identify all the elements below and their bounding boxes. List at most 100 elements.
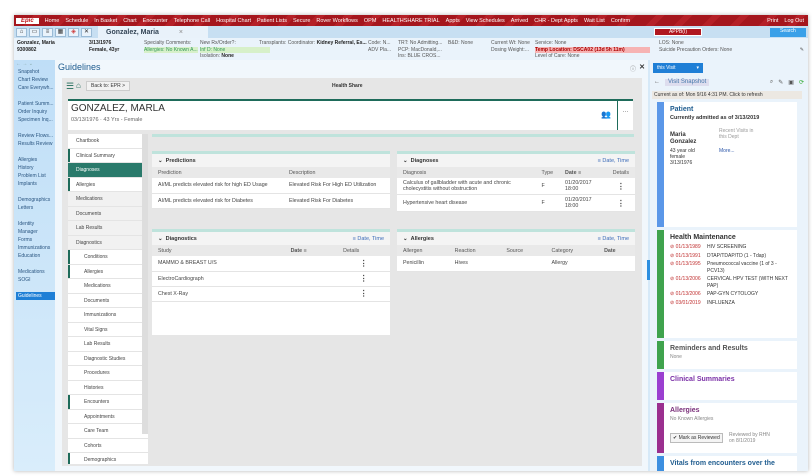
toolbar-item[interactable]: Home xyxy=(45,18,60,24)
tree-item[interactable]: Appointments xyxy=(68,410,148,424)
tree-item[interactable]: Diagnostics xyxy=(68,235,148,250)
sidebar-item[interactable]: Forms xyxy=(16,236,55,244)
details-icon[interactable]: ⋮ xyxy=(337,256,390,272)
target-icon[interactable]: ◈ xyxy=(68,27,79,37)
toolbar-item[interactable]: Hospital Chart xyxy=(216,18,251,24)
allergies-badge[interactable]: Allergies: No Known A... xyxy=(144,46,198,53)
sidebar-item[interactable]: Care Everywh... xyxy=(16,84,55,92)
hm-item[interactable]: ⊘ 01/13/2006 CERVICAL HPV TEST (WITH NEXT… xyxy=(664,275,797,290)
logout-button[interactable]: Log Out xyxy=(784,18,804,24)
tree-item[interactable]: Procedures xyxy=(68,366,148,381)
tree-item[interactable]: Cohorts xyxy=(68,439,148,453)
toolbar-item[interactable]: Arrived xyxy=(511,18,528,24)
tree-item[interactable]: Allergies xyxy=(68,177,148,192)
chevron-down-icon[interactable]: ⌄ xyxy=(403,158,411,164)
tree-item[interactable]: Histories xyxy=(68,381,148,395)
home-icon[interactable]: ⌂ xyxy=(76,81,81,90)
visit-dropdown[interactable]: this Visit ▾ xyxy=(653,63,703,73)
toolbar-item[interactable]: View Schedules xyxy=(466,18,505,24)
details-icon[interactable]: ⋮ xyxy=(606,194,635,212)
col-header[interactable]: Date xyxy=(598,245,635,256)
toolbar-item[interactable]: HEALTHSHARE TRIAL xyxy=(382,18,439,24)
table-row[interactable]: ElectroCardiograph ⋮ xyxy=(152,271,390,287)
help-icon[interactable]: ⓘ xyxy=(630,64,636,73)
sort-button[interactable]: ≡ Date, Time xyxy=(598,236,629,242)
edit-icon[interactable]: ✎ xyxy=(800,47,804,54)
sort-button[interactable]: ≡ Date, Time xyxy=(353,236,384,242)
toolbar-item[interactable]: Wait List xyxy=(584,18,605,24)
card-title[interactable]: Clinical Summaries xyxy=(664,372,797,385)
more-link[interactable]: More... xyxy=(719,148,735,154)
tree-item[interactable]: Lab Results xyxy=(68,337,148,352)
hm-item[interactable]: ⊘ 01/13/1991 DTAP/TDAP/TD (1 - Tdap) xyxy=(664,252,797,261)
tree-item[interactable]: Conditions xyxy=(68,250,148,265)
back-button[interactable]: Back to: EPR > xyxy=(86,81,131,91)
tree-item[interactable]: Clinical Summary xyxy=(68,148,148,163)
tree-item[interactable]: Documents xyxy=(68,206,148,221)
epic-logo[interactable]: Epic xyxy=(16,17,39,24)
search-icon[interactable]: ⌕ xyxy=(770,79,773,86)
list-icon[interactable]: ≡ xyxy=(42,27,53,37)
table-row[interactable]: MAMMO & BREAST U/S ⋮ xyxy=(152,256,390,272)
search-input[interactable]: Search xyxy=(770,28,806,37)
tab-patient[interactable]: Gonzalez, Maria × xyxy=(98,26,208,38)
toolbar-item[interactable]: Rover Workflows xyxy=(316,18,357,24)
tree-item[interactable]: Demographics xyxy=(68,453,148,464)
sidebar-item[interactable]: Review Flows... xyxy=(16,132,55,140)
specialty-comments[interactable]: Specialty Comments: xyxy=(144,40,191,46)
table-row[interactable]: AI/ML predicts elevated risk for high ED… xyxy=(152,178,390,194)
more-menu-icon[interactable]: ··· xyxy=(617,101,633,130)
nav-arrows[interactable]: ← → ⌄ xyxy=(14,60,55,68)
hm-item[interactable]: ⊘ 03/01/2019 INFLUENZA xyxy=(664,299,797,308)
sidebar-item[interactable]: Problem List xyxy=(16,172,55,180)
table-row[interactable]: Chest X-Ray ⋮ xyxy=(152,286,390,302)
tree-item[interactable]: Chartbook xyxy=(68,134,148,149)
sidebar-item[interactable]: Patient Summ... xyxy=(16,100,55,108)
sidebar-item[interactable]: Immunizations xyxy=(16,244,55,252)
patient-name[interactable]: Gonzalez, Maria xyxy=(17,40,55,46)
menu-icon[interactable]: ☰ xyxy=(66,81,74,92)
transplant-value[interactable]: Kidney Referral, Es... xyxy=(317,40,367,46)
table-row[interactable]: Hypertensive heart disease F 01/20/2017 18… xyxy=(397,194,635,212)
details-icon[interactable]: ⋮ xyxy=(606,178,635,195)
tree-item[interactable]: Immunizations xyxy=(68,308,148,323)
toolbar-item[interactable]: Appts xyxy=(446,18,460,24)
chevron-down-icon[interactable]: ⌄ xyxy=(158,158,166,164)
toolbar-item[interactable]: Encounter xyxy=(143,18,168,24)
new-rx[interactable]: New Rx/Order?: xyxy=(200,40,236,46)
close-icon[interactable]: × xyxy=(179,29,183,36)
visit-snapshot-button[interactable]: Visit Snapshot xyxy=(665,79,710,86)
toolbar-item[interactable]: Patient Lists xyxy=(257,18,287,24)
sidebar-item[interactable]: Chart Review xyxy=(16,76,55,84)
hm-item[interactable]: ⊘ 01/13/1995 Pneumococcal vaccine (1 of 3… xyxy=(664,260,797,275)
sort-button[interactable]: ≡ Date, Time xyxy=(598,158,629,164)
sidebar-item[interactable]: Order Inquiry xyxy=(16,108,55,116)
tree-item[interactable]: Lab Results xyxy=(68,221,148,236)
sidebar-item[interactable]: Specimen Inq... xyxy=(16,116,55,124)
toolbar-item[interactable]: Telephone Call xyxy=(174,18,210,24)
sidebar-item[interactable]: Education xyxy=(16,252,55,260)
back-arrow-icon[interactable]: ← xyxy=(654,79,660,86)
sidebar-item[interactable]: Medications xyxy=(16,268,55,276)
print-button[interactable]: Print xyxy=(767,18,778,24)
toolbar-item[interactable]: CHR - Dept Appts xyxy=(534,18,578,24)
table-row[interactable]: Calculus of gallbladder with acute and c… xyxy=(397,178,635,195)
sidebar-item[interactable]: History xyxy=(16,164,55,172)
wrench-icon[interactable]: ✎ xyxy=(778,79,783,86)
chevron-down-icon[interactable]: ⌄ xyxy=(403,236,411,242)
hm-item[interactable]: ⊘ 01/13/2006 PAP-GYN CYTOLOGY xyxy=(664,290,797,299)
sidebar-item[interactable]: Allergies xyxy=(16,156,55,164)
sidebar-item[interactable]: Letters xyxy=(16,204,55,212)
sidebar-item[interactable]: SOGI xyxy=(16,276,55,284)
refresh-icon[interactable]: ⟳ xyxy=(799,79,804,86)
col-header-sortable[interactable]: Date ≡ xyxy=(559,167,607,178)
care-team-icon[interactable]: 👥 xyxy=(601,110,611,119)
toolbar-item[interactable]: Schedule xyxy=(65,18,88,24)
tree-item[interactable]: Vital Signs xyxy=(68,323,148,337)
refresh-notice[interactable]: Current as of: Mon 9/16 4:31 PM. Click t… xyxy=(652,91,802,99)
tree-scrollbar[interactable] xyxy=(142,134,148,434)
close-icon[interactable]: ✕ xyxy=(639,63,645,71)
tree-item[interactable]: Diagnostic Studies xyxy=(68,352,148,366)
toolbar-item[interactable]: OPM xyxy=(364,18,377,24)
home-icon[interactable]: ⌂ xyxy=(16,27,27,37)
